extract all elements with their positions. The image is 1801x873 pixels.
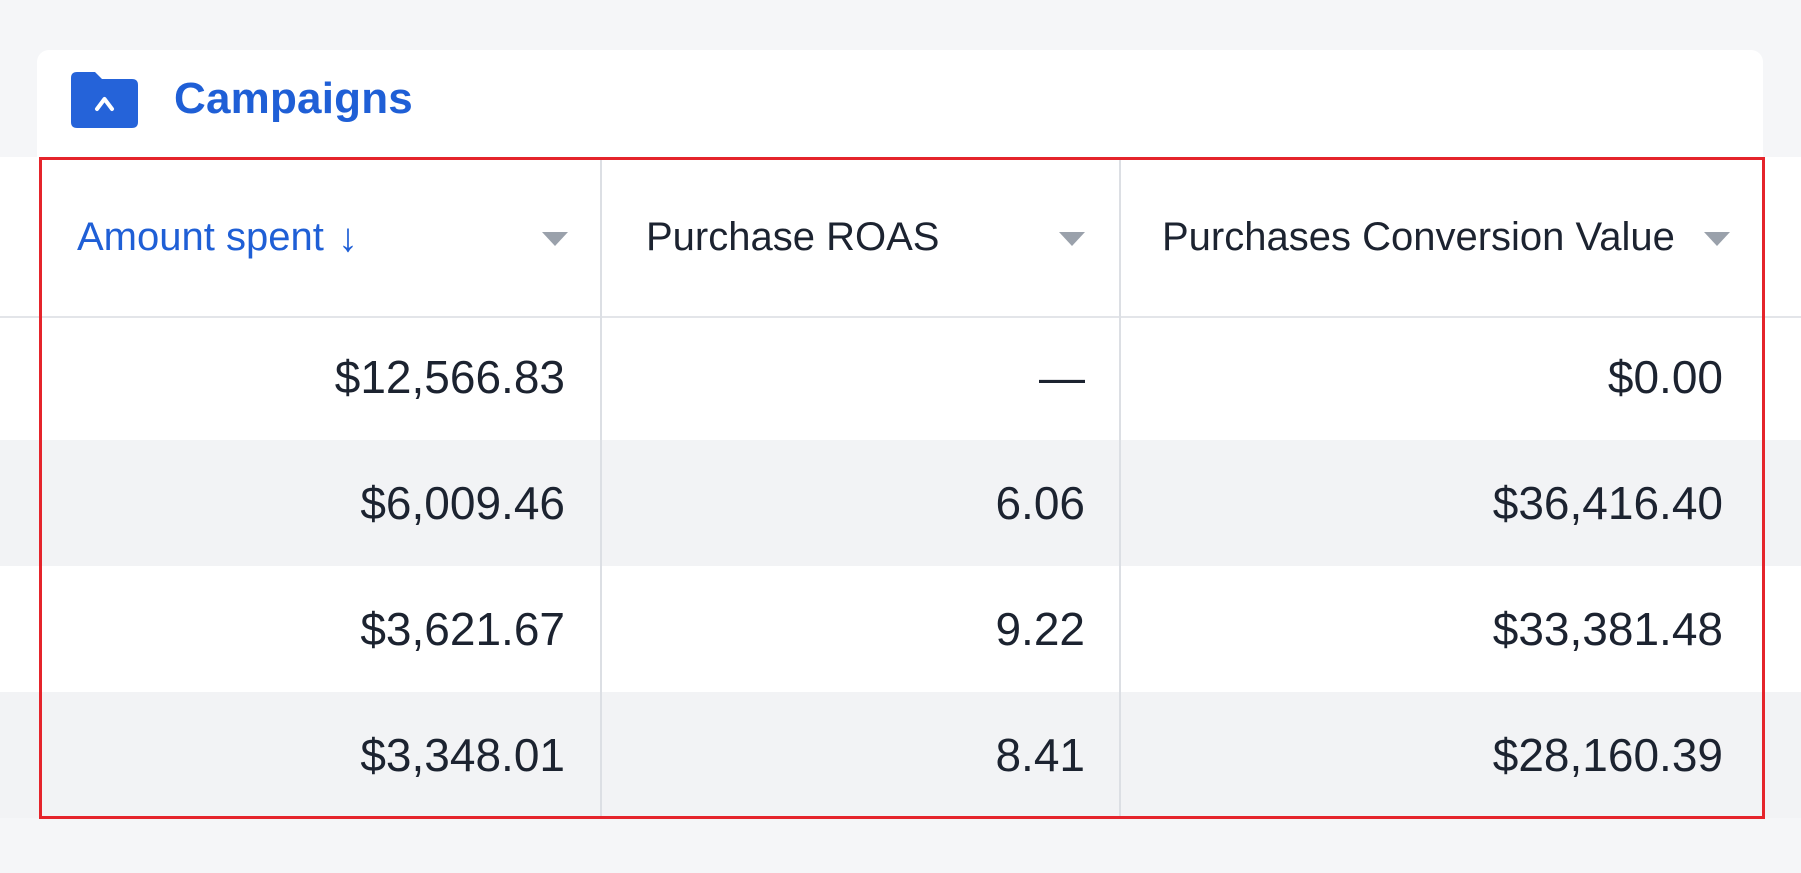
cell-purchases-conversion-value: $36,416.40: [1492, 477, 1723, 529]
sort-descending-icon: ↓: [337, 215, 358, 260]
cell-purchases-conversion-value: $0.00: [1607, 351, 1723, 403]
cell-purchase-roas: —: [1039, 351, 1085, 403]
cell-amount-spent: $3,348.01: [360, 729, 565, 781]
cell-purchase-roas: 6.06: [995, 477, 1085, 529]
cell-purchases-conversion-value: $28,160.39: [1492, 729, 1723, 781]
column-divider: [600, 159, 602, 817]
caret-down-icon[interactable]: [542, 232, 568, 246]
column-divider: [1119, 159, 1121, 817]
column-header-purchase-roas[interactable]: Purchase ROAS: [646, 159, 1076, 316]
column-header-label: Purchases Conversion Value: [1162, 215, 1675, 259]
cell-amount-spent: $6,009.46: [360, 477, 565, 529]
page-title: Campaigns: [174, 74, 413, 123]
column-header-purchases-conversion-value[interactable]: Purchases Conversion Value: [1162, 159, 1722, 316]
cell-purchase-roas: 8.41: [995, 729, 1085, 781]
cell-amount-spent: $3,621.67: [360, 603, 565, 655]
column-header-amount-spent[interactable]: Amount spent ↓: [77, 159, 577, 316]
caret-down-icon[interactable]: [1704, 232, 1730, 246]
column-header-label: Purchase ROAS: [646, 215, 940, 259]
campaign-folder-icon: [71, 72, 138, 128]
cell-purchase-roas: 9.22: [995, 603, 1085, 655]
column-header-label: Amount spent: [77, 215, 324, 259]
caret-down-icon[interactable]: [1059, 232, 1085, 246]
cell-amount-spent: $12,566.83: [334, 351, 565, 403]
cell-purchases-conversion-value: $33,381.48: [1492, 603, 1723, 655]
